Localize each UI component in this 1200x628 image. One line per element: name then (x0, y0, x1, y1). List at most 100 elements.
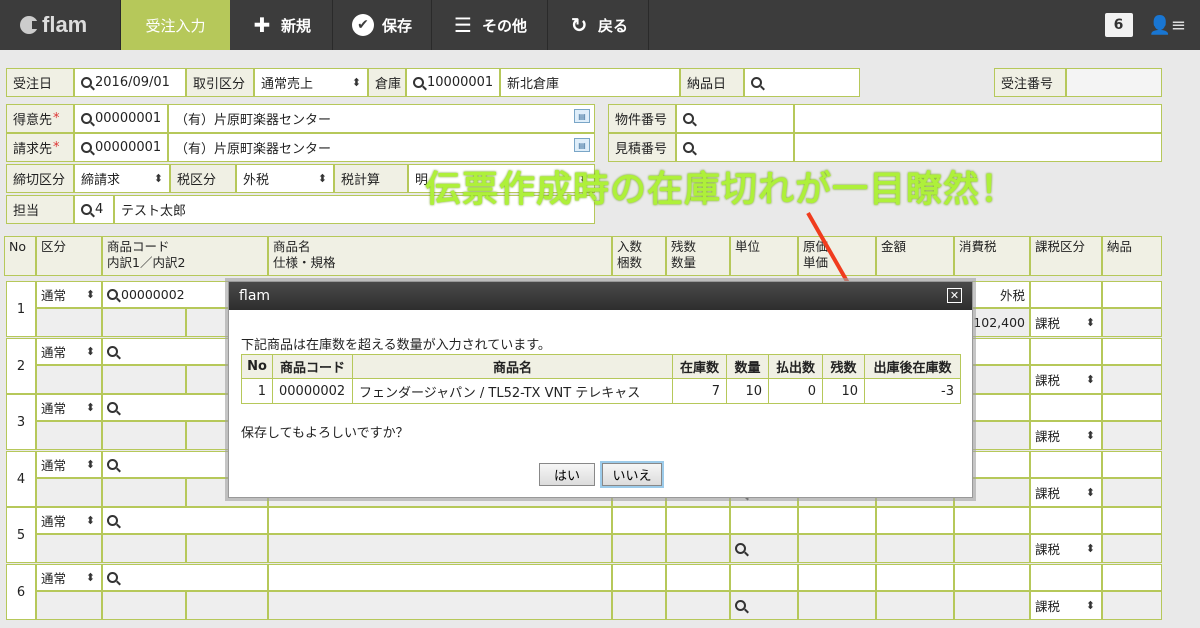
breakdown1-field[interactable] (102, 591, 186, 620)
person-code-field[interactable]: 4 (74, 195, 114, 224)
closing-select[interactable]: 締請求 (74, 164, 170, 193)
tax-kubun-select[interactable]: 課税 (1030, 591, 1102, 620)
nouhin-field[interactable] (1102, 451, 1162, 478)
irisu-field[interactable] (612, 564, 666, 591)
breakdown1-field[interactable] (102, 365, 186, 394)
estimate-name-field (794, 133, 1162, 162)
notification-badge[interactable]: 6 (1104, 13, 1133, 37)
trade-type-value: 通常売上 (261, 77, 314, 92)
tax-kubun-select[interactable]: 課税 (1030, 534, 1102, 563)
warehouse-code-field[interactable]: 10000001 (406, 68, 500, 97)
kubun-select[interactable]: 通常 (36, 281, 102, 308)
unit-search-field[interactable] (730, 591, 798, 620)
qty-field[interactable] (666, 591, 730, 620)
breakdown2-field[interactable] (186, 591, 268, 620)
tax-kubun-select[interactable]: 課税 (1030, 365, 1102, 394)
save-button[interactable]: ✔ 保存 (333, 0, 432, 50)
cell-code: 00000002 (272, 378, 353, 404)
breakdown1-field[interactable] (102, 421, 186, 450)
tax-kubun-select[interactable]: 課税 (1030, 478, 1102, 507)
order-date-field[interactable]: 2016/09/01 (74, 68, 186, 97)
warehouse-label: 倉庫 (368, 68, 406, 97)
estimate-no-field[interactable] (676, 133, 794, 162)
nouhin-field[interactable] (1102, 338, 1162, 365)
unit-search-field[interactable] (730, 534, 798, 563)
other-button[interactable]: ☰ その他 (432, 0, 548, 50)
search-icon (735, 600, 746, 611)
trade-type-select[interactable]: 通常売上 (254, 68, 368, 97)
col-code-line1: 商品コード (107, 239, 170, 254)
dialog-message: 下記商品は在庫数を超える数量が入力されています。 (241, 338, 551, 353)
konsu-field[interactable] (612, 534, 666, 563)
product-name-field[interactable] (268, 507, 612, 534)
breakdown1-field[interactable] (102, 308, 186, 337)
menu-icon: ☰ (454, 13, 472, 37)
nouhin-sub (1102, 478, 1162, 507)
th-no: No (241, 354, 273, 379)
annotation-callout: 伝票作成時の在庫切れが一目瞭然！ (425, 169, 1018, 210)
tab-order-entry[interactable]: 受注入力 (120, 0, 230, 50)
product-code-field[interactable] (102, 507, 268, 534)
delivery-date-field[interactable] (744, 68, 860, 97)
tax-kubun-value: 課税 (1035, 373, 1061, 388)
new-button[interactable]: ✚ 新規 (230, 0, 333, 50)
property-no-field[interactable] (676, 104, 794, 133)
genka-field[interactable] (798, 507, 876, 534)
user-menu-icon[interactable]: 👤≡ (1149, 15, 1187, 36)
spec-field[interactable] (268, 591, 612, 620)
order-date-value: 2016/09/01 (95, 75, 170, 90)
billing-code-field[interactable]: 00000001 (74, 133, 168, 162)
trade-type-label: 取引区分 (186, 68, 254, 97)
nouhin-field[interactable] (1102, 507, 1162, 534)
customer-code-field[interactable]: 00000001 (74, 104, 168, 133)
breakdown1-field[interactable] (102, 534, 186, 563)
kubun-select[interactable]: 通常 (36, 451, 102, 478)
row-number: 5 (6, 507, 36, 563)
back-button-label: 戻る (597, 16, 628, 35)
tax-amount-field (954, 534, 1030, 563)
price-field[interactable] (798, 591, 876, 620)
th-name: 商品名 (352, 354, 673, 379)
th-after: 出庫後在庫数 (864, 354, 961, 379)
back-button[interactable]: ↻ 戻る (548, 0, 649, 50)
genka-field[interactable] (798, 564, 876, 591)
close-icon[interactable]: ✕ (947, 288, 962, 303)
lookup-icon[interactable]: ▤ (574, 109, 590, 123)
spec-field[interactable] (268, 534, 612, 563)
nouhin-field[interactable] (1102, 564, 1162, 591)
irisu-field[interactable] (612, 507, 666, 534)
lookup-icon[interactable]: ▤ (574, 138, 590, 152)
shortage-table: No 商品コード 商品名 在庫数 数量 払出数 残数 出庫後在庫数 1 0000… (241, 354, 961, 404)
breakdown1-field[interactable] (102, 478, 186, 507)
unit-field[interactable] (730, 507, 798, 534)
kubun-select[interactable]: 通常 (36, 394, 102, 421)
property-name-field (794, 104, 1162, 133)
closing-value: 締請求 (81, 173, 121, 188)
search-icon (107, 402, 118, 413)
sub-kubun (36, 365, 102, 394)
price-field[interactable] (798, 534, 876, 563)
kubun-select[interactable]: 通常 (36, 564, 102, 591)
search-icon (81, 113, 92, 124)
nouhin-field[interactable] (1102, 394, 1162, 421)
zansu-field (666, 507, 730, 534)
nouhin-field[interactable] (1102, 281, 1162, 308)
qty-field[interactable] (666, 534, 730, 563)
kubun-select[interactable]: 通常 (36, 507, 102, 534)
no-button[interactable]: いいえ (602, 463, 662, 486)
konsu-field[interactable] (612, 591, 666, 620)
unit-field[interactable] (730, 564, 798, 591)
tax-kubun-select[interactable]: 課税 (1030, 421, 1102, 450)
yes-button[interactable]: はい (539, 463, 595, 486)
tax-type-select[interactable]: 外税 (236, 164, 334, 193)
breakdown2-field[interactable] (186, 534, 268, 563)
cell-remaining: 10 (822, 378, 865, 404)
product-name-field[interactable] (268, 564, 612, 591)
customer-name-field[interactable]: （有）片原町楽器センター ▤ (168, 104, 595, 133)
product-code-field[interactable] (102, 564, 268, 591)
kubun-select[interactable]: 通常 (36, 338, 102, 365)
row-number: 6 (6, 564, 36, 620)
tax-kubun-select[interactable]: 課税 (1030, 308, 1102, 337)
billing-name-field[interactable]: （有）片原町楽器センター ▤ (168, 133, 595, 162)
billing-label: 請求先 * (6, 133, 74, 162)
